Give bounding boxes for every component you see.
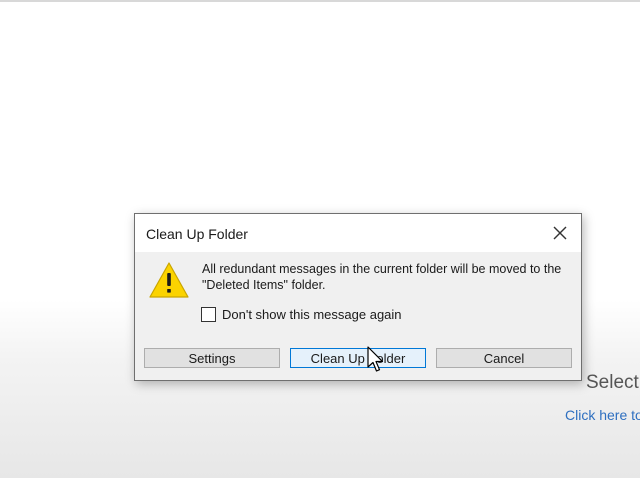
dont-show-again-checkbox-row[interactable]: Don't show this message again [201,307,402,322]
clean-up-folder-button[interactable]: Clean Up Folder [290,348,426,368]
mouse-pointer-icon [367,346,384,372]
dont-show-again-checkbox[interactable] [201,307,216,322]
background-click-here-link[interactable]: Click here to [565,407,640,423]
cancel-button[interactable]: Cancel [436,348,572,368]
dialog-title: Clean Up Folder [146,226,248,242]
warning-icon [149,262,189,298]
dont-show-again-label[interactable]: Don't show this message again [222,307,402,322]
background-select-text: Select [586,372,639,393]
close-icon [553,226,567,240]
close-button[interactable] [545,219,575,247]
dialog-body: All redundant messages in the current fo… [135,252,581,380]
clean-up-folder-dialog: Clean Up Folder All redundant messages i… [134,213,582,381]
dialog-message: All redundant messages in the current fo… [202,262,562,292]
window-top-border [0,0,640,2]
settings-button[interactable]: Settings [144,348,280,368]
